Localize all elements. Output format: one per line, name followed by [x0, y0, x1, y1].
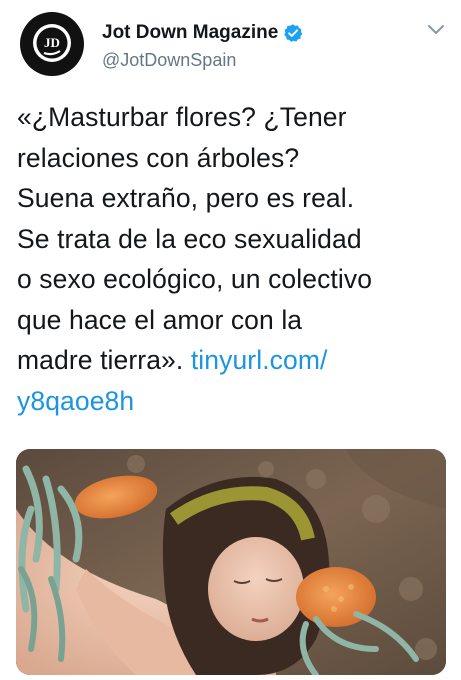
media-photo [16, 449, 446, 675]
account-handle[interactable]: @JotDownSpain [102, 50, 422, 71]
tweet: JD Jot Down Magazine @JotDownSpain «¿Mas… [0, 0, 461, 680]
tweet-link-continuation[interactable]: y8qaoe8h [17, 381, 447, 422]
verified-badge-icon [284, 24, 303, 42]
tweet-link[interactable]: tinyurl.com/ [191, 345, 328, 375]
avatar[interactable]: JD [20, 12, 84, 76]
tweet-text-line: madre tierra». [17, 345, 184, 375]
tweet-text-last-line: madre tierra». tinyurl.com/ [17, 340, 447, 381]
tweet-media-image[interactable] [16, 449, 446, 675]
tweet-text-line: que hace el amor con la [17, 304, 303, 335]
tweet-text-line: Se trata de la eco sexualidad [17, 223, 362, 254]
jot-down-logo-icon: JD [33, 24, 71, 62]
display-name[interactable]: Jot Down Magazine [102, 22, 278, 44]
tweet-header: JD Jot Down Magazine @JotDownSpain [20, 12, 445, 76]
author-names: Jot Down Magazine @JotDownSpain [102, 20, 422, 71]
tweet-text-line: relaciones con árboles? [17, 142, 300, 173]
avatar-letters: JD [44, 35, 60, 50]
tweet-text-line: Suena extraño, pero es real. [17, 183, 355, 213]
chevron-down-icon[interactable] [427, 24, 445, 36]
tweet-text-line: «¿Masturbar flores? ¿Tener [17, 102, 347, 132]
tweet-text: «¿Masturbar flores? ¿Tener relaciones co… [17, 97, 447, 421]
tweet-text-line: o sexo ecológico, un colectivo [17, 264, 373, 294]
